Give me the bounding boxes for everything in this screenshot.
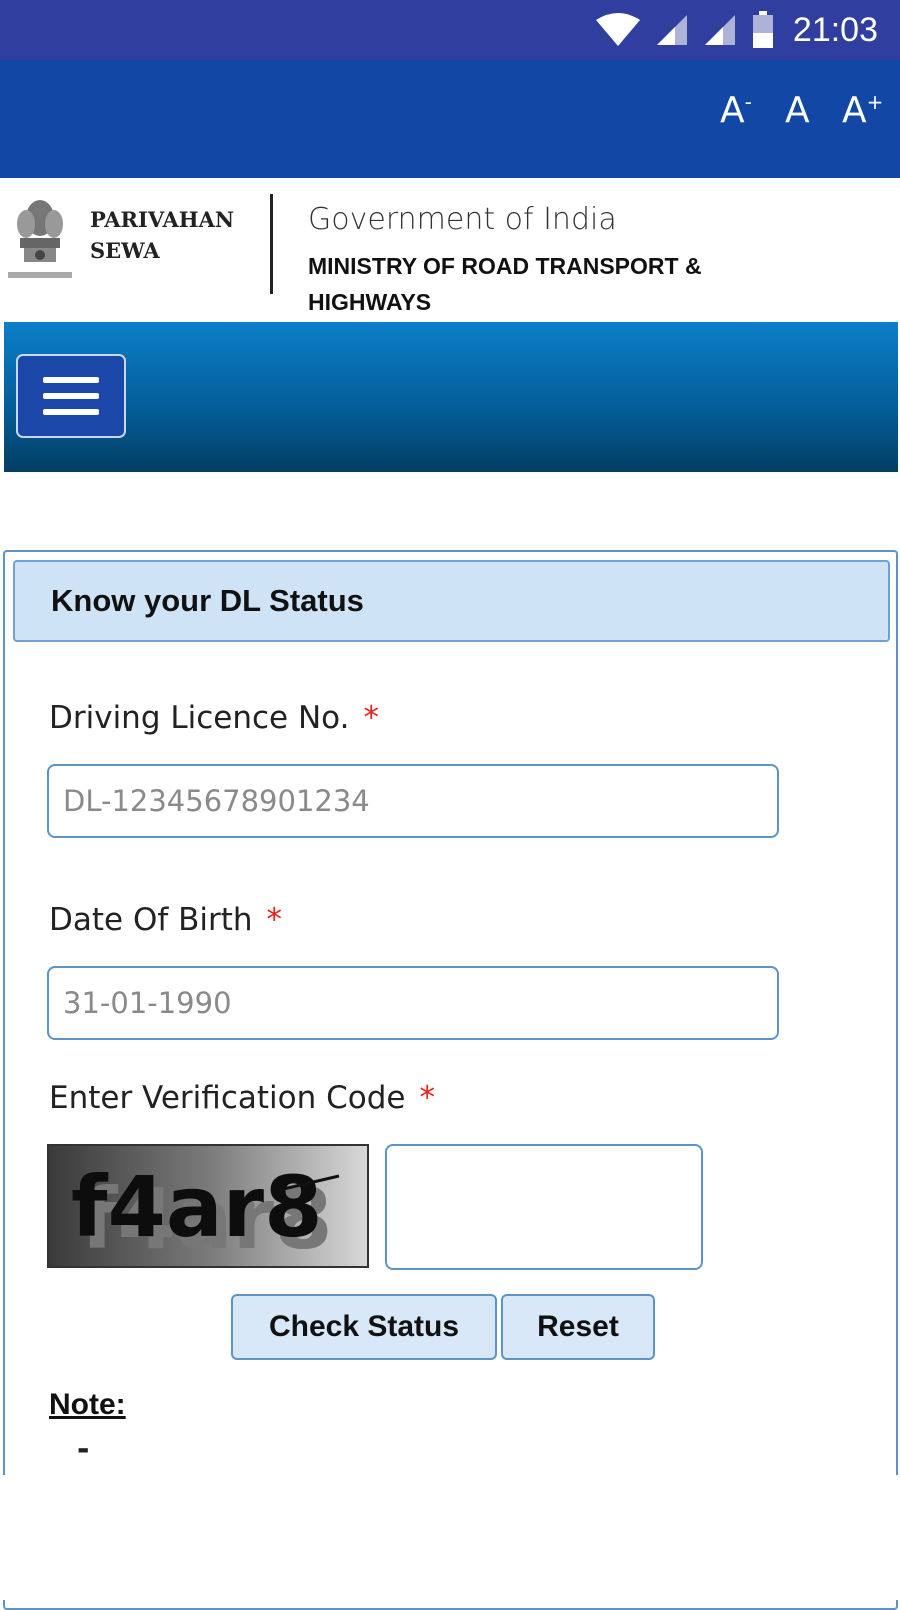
check-status-button[interactable]: Check Status	[231, 1294, 497, 1360]
menu-button[interactable]	[16, 354, 126, 438]
captcha-label-text: Enter Verification Code	[49, 1080, 406, 1116]
hamburger-menu-icon	[43, 377, 99, 383]
brand-name: PARIVAHAN SEWA	[90, 204, 234, 266]
brand-line-1: PARIVAHAN	[90, 207, 235, 232]
ministry-label: MINISTRY OF ROAD TRANSPORT & HIGHWAYS	[308, 253, 702, 315]
captcha-text: f4ar8	[71, 1158, 323, 1256]
note-label: Note:	[49, 1388, 126, 1421]
font-increase-label: A	[842, 90, 867, 131]
wifi-icon	[595, 13, 640, 46]
hamburger-menu-icon	[43, 409, 99, 415]
required-mark: *	[363, 700, 379, 736]
government-label: Government of India	[308, 202, 617, 237]
header-divider	[270, 194, 273, 294]
font-normal-button[interactable]: A	[785, 90, 810, 131]
dl-status-panel: Know your DL Status Driving Licence No. *…	[3, 550, 898, 1610]
battery-icon	[752, 11, 773, 48]
nav-bar	[4, 322, 898, 472]
panel-title: Know your DL Status	[13, 560, 890, 642]
dl-number-label: Driving Licence No. *	[49, 700, 379, 736]
captcha-graphic: f4ar8 f4ar8	[71, 1158, 340, 1266]
captcha-image: f4ar8 f4ar8	[47, 1144, 369, 1268]
note-item: -	[77, 1432, 90, 1467]
bottom-blank-area	[0, 1475, 900, 1600]
signal-icon	[704, 15, 735, 45]
dob-label-text: Date Of Birth	[49, 902, 253, 938]
font-decrease-label: A	[720, 90, 745, 131]
font-decrease-sup: -	[744, 90, 752, 114]
font-normal-label: A	[785, 90, 810, 131]
status-bar: 21:03	[0, 0, 900, 60]
captcha-input[interactable]	[385, 1144, 703, 1270]
dl-number-label-text: Driving Licence No.	[49, 700, 350, 736]
reset-button[interactable]: Reset	[501, 1294, 655, 1360]
hamburger-menu-icon	[43, 393, 99, 399]
status-time: 21:03	[792, 10, 878, 49]
captcha-label: Enter Verification Code *	[49, 1080, 435, 1116]
signal-icon	[656, 15, 687, 45]
dob-input[interactable]	[47, 966, 779, 1040]
required-mark: *	[266, 902, 283, 938]
site-header: PARIVAHAN SEWA Government of India MINIS…	[0, 178, 900, 322]
font-increase-sup: +	[866, 90, 884, 114]
dl-number-input[interactable]	[47, 764, 779, 838]
status-icons	[595, 11, 775, 49]
top-bar: A- A A+	[0, 60, 900, 178]
font-increase-button[interactable]: A+	[842, 90, 883, 131]
brand-line-2: SEWA	[90, 238, 160, 263]
font-decrease-button[interactable]: A-	[720, 90, 752, 131]
dob-label: Date Of Birth *	[49, 902, 282, 938]
required-mark: *	[419, 1080, 435, 1116]
state-emblem-icon	[8, 200, 72, 278]
